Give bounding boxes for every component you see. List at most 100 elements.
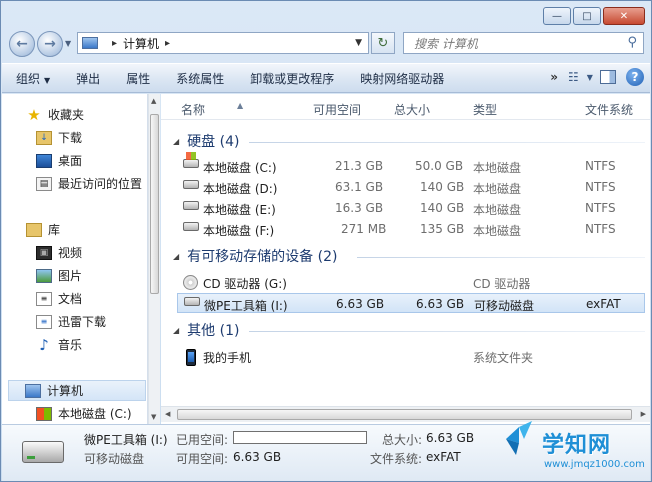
more-commands-button[interactable]: » [550, 70, 558, 84]
help-button[interactable]: ? [626, 68, 644, 86]
details-drive-kind: 可移动磁盘 [84, 452, 145, 466]
column-file-system[interactable]: 文件系统 [585, 101, 633, 118]
system-drive-icon [183, 152, 199, 168]
drive-row-c[interactable]: 本地磁盘 (C:) 21.3 GB 50.0 GB 本地磁盘 NTFS [177, 152, 645, 176]
organize-button[interactable]: 组织 ▼ [16, 70, 50, 87]
map-network-drive-button[interactable]: 映射网络驱动器 [360, 70, 444, 87]
drive-name: 本地磁盘 (E:) [203, 203, 276, 217]
nav-computer[interactable]: 计算机 [8, 380, 146, 401]
nav-favorites-label: 收藏夹 [48, 108, 85, 122]
address-dropdown-icon[interactable]: ▼ [355, 38, 362, 48]
scroll-up-icon[interactable]: ▲ [151, 97, 156, 105]
refresh-button[interactable]: ↻ [371, 32, 395, 54]
nav-pane-scrollbar[interactable]: ▲ ▼ [148, 94, 160, 424]
item-name: 我的手机 [203, 351, 252, 365]
close-button[interactable]: ✕ [603, 7, 645, 25]
nav-downloads[interactable]: ↓ 下载 [36, 127, 147, 148]
group-divider [249, 142, 645, 143]
group-header-removable[interactable]: ◢ 有可移动存储的设备 (2) [173, 246, 337, 266]
drive-row-f[interactable]: 本地磁盘 (F:) 271 MB 135 GB 本地磁盘 NTFS [177, 219, 645, 239]
drive-type: 可移动磁盘 [474, 299, 535, 313]
uninstall-program-button[interactable]: 卸载或更改程序 [250, 70, 334, 87]
music-note-icon: ♪ [39, 335, 49, 354]
scroll-left-icon[interactable]: ◀ [165, 410, 170, 418]
organize-label: 组织 [16, 71, 41, 86]
drive-free: 16.3 GB [335, 201, 384, 215]
drive-row-d[interactable]: 本地磁盘 (D:) 63.1 GB 140 GB 本地磁盘 NTFS [177, 177, 645, 197]
phone-icon [186, 349, 196, 366]
sort-ascending-icon: ▲ [237, 101, 244, 110]
maximize-button[interactable]: □ [573, 7, 601, 25]
search-input[interactable]: 搜索 计算机 ⚲ [403, 32, 644, 54]
breadcrumb-computer[interactable]: 计算机 [123, 35, 159, 52]
system-properties-button[interactable]: 系统属性 [176, 70, 224, 87]
forward-arrow-icon: → [44, 36, 56, 52]
change-view-button[interactable]: ☷ ▼ [568, 69, 593, 85]
nav-scroll-thumb[interactable] [150, 114, 159, 294]
nav-documents[interactable]: ≡ 文档 [36, 288, 147, 309]
group-header-hard-disks[interactable]: ◢ 硬盘 (4) [173, 131, 239, 151]
nav-favorites[interactable]: ★ 收藏夹 [26, 104, 147, 125]
drive-row-g[interactable]: CD 驱动器 (G:) CD 驱动器 [177, 272, 645, 292]
column-total-size[interactable]: 总大小 [394, 101, 430, 118]
address-bar[interactable]: ▸ 计算机 ▸ ▼ [77, 32, 369, 54]
details-drive-name: 微PE工具箱 (I:) [84, 433, 168, 447]
nav-videos-label: 视频 [58, 246, 83, 260]
drive-name: 微PE工具箱 (I:) [204, 299, 288, 313]
properties-button[interactable]: 属性 [126, 70, 150, 87]
back-button[interactable]: ← [9, 31, 35, 57]
nav-xunlei-downloads[interactable]: ≡ 迅雷下载 [36, 311, 147, 332]
recent-places-icon: ▤ [36, 176, 52, 191]
drive-row-e[interactable]: 本地磁盘 (E:) 16.3 GB 140 GB 本地磁盘 NTFS [177, 198, 645, 218]
watermark-url: www.jmqz1000.com [544, 459, 645, 470]
nav-recent-label: 最近访问的位置 [58, 177, 143, 191]
drive-type: 本地磁盘 [473, 224, 522, 238]
group-header-other[interactable]: ◢ 其他 (1) [173, 320, 239, 340]
column-free-space[interactable]: 可用空间 [313, 101, 361, 118]
eject-button[interactable]: 弹出 [76, 70, 100, 87]
drive-total: 6.63 GB [416, 297, 465, 311]
content-pane: ▲ 名称 可用空间 总大小 类型 文件系统 ◢ 硬盘 (4) 本地磁盘 (C:)… [161, 94, 650, 424]
drive-fs: NTFS [585, 201, 616, 215]
nav-xunlei-label: 迅雷下载 [58, 315, 107, 329]
nav-videos[interactable]: ▣ 视频 [36, 242, 147, 263]
collapse-triangle-icon[interactable]: ◢ [173, 252, 179, 261]
drive-row-i-selected[interactable]: 微PE工具箱 (I:) 6.63 GB 6.63 GB 可移动磁盘 exFAT [177, 293, 645, 313]
computer-icon [25, 383, 41, 398]
details-free-value: 6.63 GB [233, 450, 282, 464]
drive-total: 140 GB [420, 180, 465, 194]
nav-pictures[interactable]: 图片 [36, 265, 147, 286]
collapse-triangle-icon[interactable]: ◢ [173, 137, 179, 146]
drive-name: CD 驱动器 (G:) [203, 277, 287, 291]
drive-name: 本地磁盘 (C:) [203, 161, 277, 175]
drive-type: CD 驱动器 [473, 277, 531, 291]
nav-documents-label: 文档 [58, 292, 83, 306]
phone-row[interactable]: 我的手机 系统文件夹 [177, 346, 645, 366]
column-type[interactable]: 类型 [473, 101, 497, 118]
nav-music[interactable]: ♪ 音乐 [36, 334, 147, 355]
system-drive-icon [36, 406, 52, 421]
nav-libraries[interactable]: 库 [26, 219, 147, 240]
hard-drive-icon [183, 180, 199, 189]
nav-local-disk-c[interactable]: 本地磁盘 (C:) [36, 403, 147, 424]
refresh-icon: ↻ [377, 35, 389, 51]
drive-fs: NTFS [585, 222, 616, 236]
caption-buttons: — □ ✕ [543, 7, 645, 25]
minimize-button[interactable]: — [543, 7, 571, 25]
breadcrumb-separator-icon[interactable]: ▸ [165, 38, 170, 49]
collapse-triangle-icon[interactable]: ◢ [173, 326, 179, 335]
video-icon: ▣ [36, 245, 52, 260]
recent-pages-dropdown[interactable]: ▼ [65, 39, 71, 48]
nav-recent-places[interactable]: ▤ 最近访问的位置 [36, 173, 147, 194]
library-folder-icon [26, 222, 42, 237]
preview-pane-button[interactable] [600, 70, 616, 84]
search-icon[interactable]: ⚲ [627, 35, 637, 50]
nav-desktop[interactable]: 桌面 [36, 150, 147, 171]
forward-button[interactable]: → [37, 31, 63, 57]
drive-free: 271 MB [341, 222, 387, 236]
drive-fs: NTFS [585, 159, 616, 173]
breadcrumb-separator-icon[interactable]: ▸ [112, 38, 117, 49]
column-name[interactable]: 名称 [181, 101, 205, 118]
toolbar-right-group: » ☷ ▼ ? [550, 68, 644, 86]
scroll-down-icon[interactable]: ▼ [151, 413, 156, 421]
